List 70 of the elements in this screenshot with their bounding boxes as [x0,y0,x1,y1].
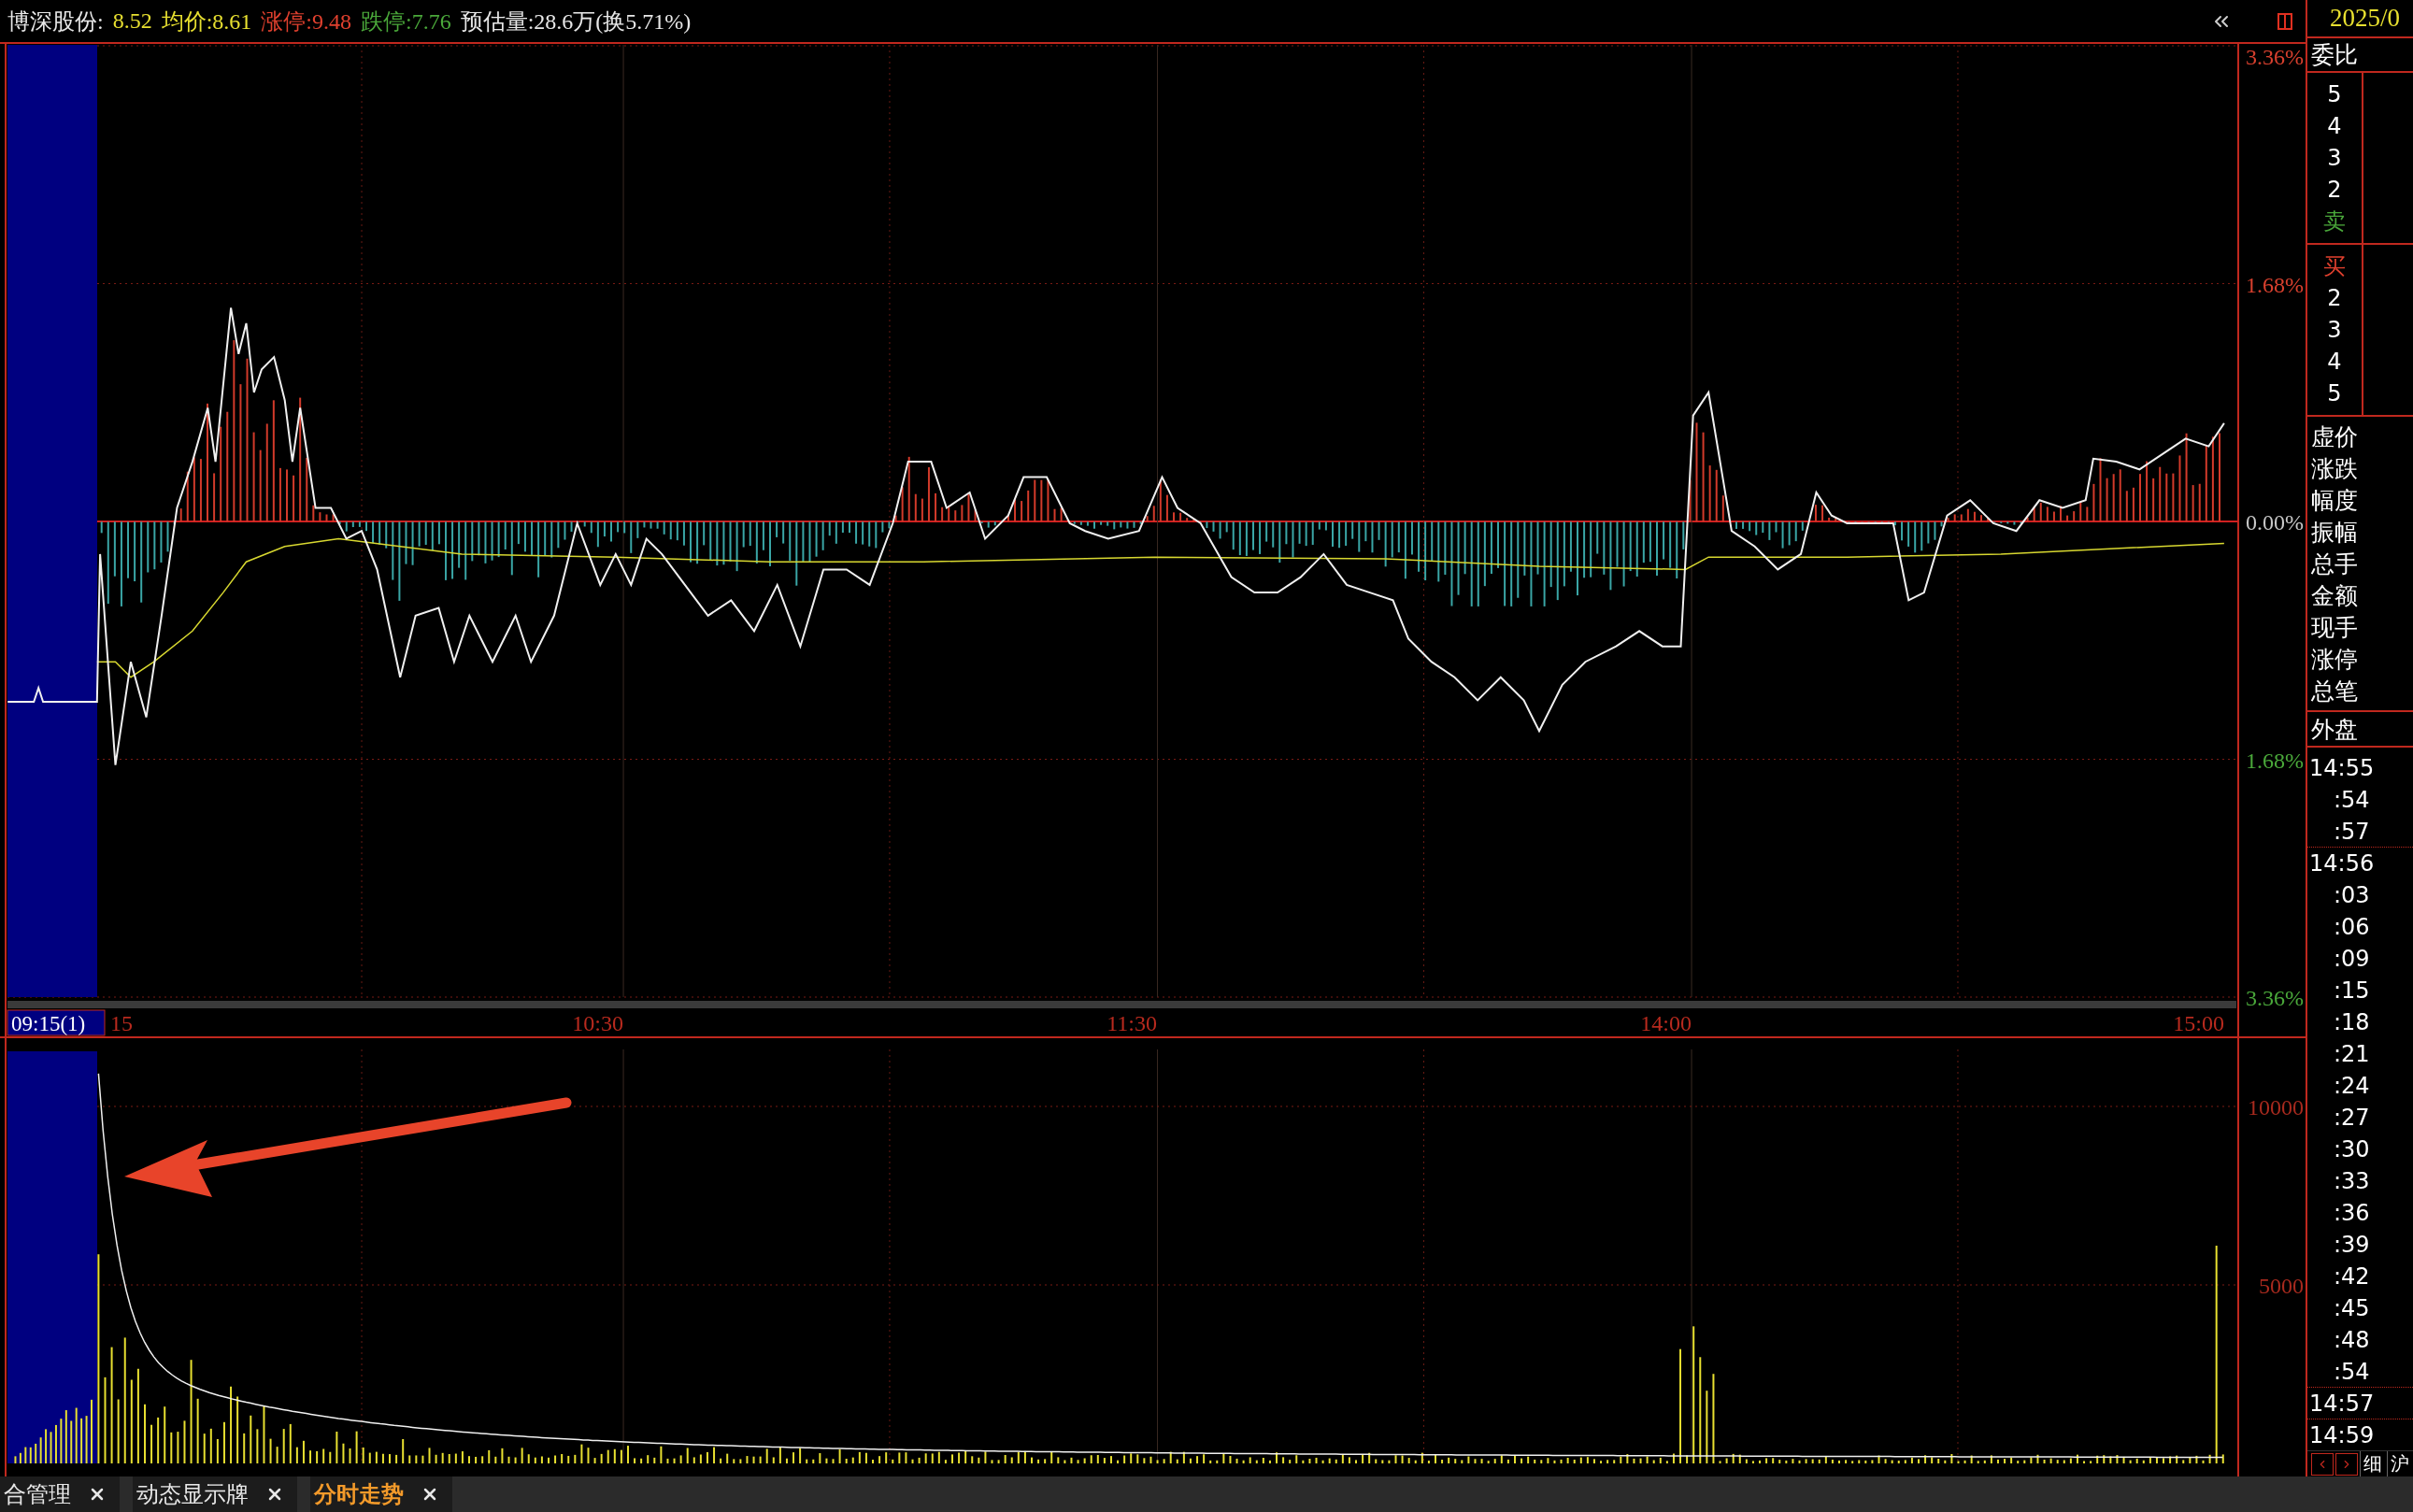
tick-time: :39 [2333,1230,2371,1260]
order-level: 2 [2326,284,2343,314]
previous-button[interactable] [2311,1452,2334,1476]
tick-time: :42 [2333,1262,2371,1291]
tick-time: :06 [2333,912,2371,942]
window-icon[interactable] [2277,12,2292,30]
axis-label: 3.36% [2246,986,2304,1010]
stat-label: 振幅 [2310,517,2359,548]
tick-time: :15 [2333,976,2371,1006]
limit-down-price: 跌停:7.76 [361,7,451,36]
tick-time: :03 [2333,880,2371,910]
tick-time: :54 [2333,785,2371,815]
order-level: 2 [2326,176,2343,206]
tick-time: :45 [2333,1293,2371,1323]
tick-time: 14:55 [2308,753,2376,783]
stock-name: 博深股份: [7,7,104,36]
stat-label: 总笔 [2310,676,2359,706]
tick-time: :18 [2333,1007,2371,1037]
tick-time: 14:57 [2307,1387,2413,1419]
time-axis-label: 14:00 [1640,1011,1692,1035]
estimated-volume: 预估量:28.6万(换5.71%) [460,7,692,36]
stat-label: 涨停 [2310,644,2359,675]
tick-time: :36 [2333,1198,2371,1228]
next-button[interactable] [2335,1452,2358,1476]
buy-label: 买 [2322,252,2347,282]
tick-time: :27 [2333,1103,2371,1133]
average-price: 均价:8.61 [161,7,252,36]
axis-label: 5000 [2259,1274,2304,1298]
stat-label: 现手 [2310,612,2359,643]
outer-volume-label: 外盘 [2307,712,2413,748]
order-level: 5 [2326,379,2343,409]
time-axis-label: 11:30 [1107,1011,1157,1035]
time-axis-label: 15:00 [2173,1011,2224,1035]
tick-time: :54 [2333,1357,2371,1387]
tick-time: :21 [2333,1039,2371,1069]
tick-time: :57 [2333,817,2371,847]
order-level: 4 [2326,348,2343,378]
axis-label: 3.36% [2246,45,2304,69]
time-axis-label: 15 [110,1011,133,1035]
order-level: 5 [2326,80,2343,110]
tick-time: 14:59 [2307,1419,2413,1450]
tab[interactable]: 分时走势 [310,1476,452,1512]
axis-label: 1.68% [2246,272,2304,297]
order-level: 4 [2326,112,2343,142]
date-label: 2025/0 [2307,0,2413,38]
axis-label: 1.68% [2246,748,2304,773]
tick-time: :30 [2333,1134,2371,1164]
stat-label: 总手 [2310,549,2359,579]
stat-label: 幅度 [2310,485,2359,516]
scrollbar[interactable] [7,1001,2236,1008]
tick-time: :09 [2333,944,2371,974]
sell-label: 卖 [2322,207,2347,237]
axis-label: 10000 [2248,1095,2304,1120]
tick-time: :48 [2333,1325,2371,1355]
tick-time: 14:56 [2307,847,2413,878]
tick-time: :24 [2333,1071,2371,1101]
stat-label: 虚价 [2310,421,2359,452]
limit-up-price: 涨停:9.48 [261,7,351,36]
bid-ratio-label: 委比 [2307,37,2413,74]
stat-label: 涨跌 [2310,453,2359,484]
stat-label: 金额 [2310,580,2359,611]
tab[interactable]: 合管理 [0,1476,120,1512]
order-level: 3 [2326,316,2343,346]
order-level: 3 [2326,144,2343,174]
time-axis-label: 10:30 [572,1011,623,1035]
last-price: 8.52 [112,8,152,34]
tab[interactable]: 动态显示牌 [133,1476,297,1512]
axis-label: 0.00% [2246,510,2304,535]
time-cursor-label: 09:15(1) [7,1009,106,1036]
tick-time: :33 [2333,1166,2371,1196]
